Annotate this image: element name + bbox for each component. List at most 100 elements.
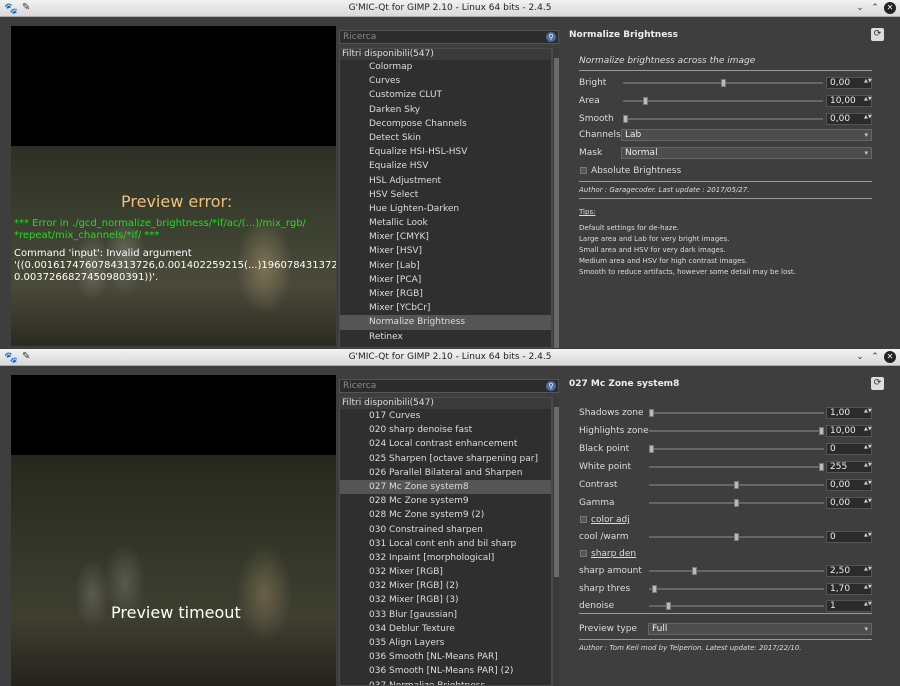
filter-list-item[interactable]: 032 Inpaint [morphological]: [340, 551, 551, 565]
spin-arrows-icon[interactable]: ▲▼: [864, 409, 872, 414]
param-spinbox[interactable]: 0,00 ▲▼: [826, 497, 872, 509]
filter-list-item[interactable]: 035 Align Layers: [340, 636, 551, 650]
param-spinbox[interactable]: 0 ▲▼: [826, 443, 872, 455]
filter-list-item[interactable]: 027 Mc Zone system8: [340, 479, 551, 495]
param-slider[interactable]: [649, 430, 824, 432]
filter-list-item[interactable]: Mixer [HSV]: [340, 244, 551, 258]
spin-arrows-icon[interactable]: ▲▼: [864, 115, 872, 120]
filter-list-item[interactable]: 034 Deblur Texture: [340, 622, 551, 636]
slider-handle[interactable]: [734, 499, 739, 507]
spin-arrows-icon[interactable]: ▲▼: [864, 499, 872, 504]
slider-handle[interactable]: [819, 427, 824, 435]
filter-list-item[interactable]: Mixer [YCbCr]: [340, 301, 551, 315]
sharp-den-row[interactable]: sharp den: [579, 548, 872, 560]
filter-list-item[interactable]: Darken Sky: [340, 103, 551, 117]
param-spinbox[interactable]: 0,00 ▲▼: [826, 113, 872, 125]
param-slider[interactable]: [623, 100, 823, 102]
filter-list[interactable]: Filtri disponibili(547) 017 Curves 020 sh…: [339, 397, 552, 686]
channels-select[interactable]: Lab ▾: [621, 129, 872, 141]
slider-handle[interactable]: [623, 115, 628, 123]
chevron-down-icon[interactable]: ⌄: [854, 2, 866, 14]
slider-handle[interactable]: [819, 463, 824, 471]
search-icon[interactable]: ⚲: [546, 32, 556, 42]
filter-list-item[interactable]: Mixer [Lab]: [340, 259, 551, 273]
filter-list-item[interactable]: Mixer [PCA]: [340, 273, 551, 287]
filter-list-item[interactable]: 036 Smooth [NL-Means PAR] (2): [340, 664, 551, 678]
title-bar[interactable]: 🐾 ✎ G'MIC-Qt for GIMP 2.10 - Linux 64 bi…: [0, 349, 900, 366]
sharp-den-checkbox[interactable]: [580, 550, 587, 557]
param-spinbox[interactable]: 0 ▲▼: [826, 531, 872, 543]
filter-list-item[interactable]: 033 Blur [gaussian]: [340, 608, 551, 622]
refresh-icon[interactable]: ⟳: [871, 377, 884, 390]
filter-list-item[interactable]: Colormap: [340, 60, 551, 74]
filter-list-item[interactable]: HSV Select: [340, 188, 551, 202]
param-spinbox[interactable]: 10,00 ▲▼: [826, 95, 872, 107]
param-spinbox[interactable]: 1 ▲▼: [826, 600, 872, 612]
filter-list-item[interactable]: 025 Sharpen [octave sharpening par]: [340, 452, 551, 466]
filter-list-item[interactable]: 032 Mixer [RGB]: [340, 565, 551, 579]
spin-arrows-icon[interactable]: ▲▼: [864, 445, 872, 450]
param-slider[interactable]: [623, 118, 823, 120]
spin-arrows-icon[interactable]: ▲▼: [864, 602, 872, 607]
filter-list-item[interactable]: 032 Mixer [RGB] (2): [340, 579, 551, 593]
slider-handle[interactable]: [691, 567, 697, 575]
slider-handle[interactable]: [649, 445, 654, 453]
filter-list-item[interactable]: 036 Smooth [NL-Means PAR]: [340, 650, 551, 664]
filter-list-item[interactable]: HSL Adjustment: [340, 174, 551, 188]
preview-area[interactable]: Preview timeout: [11, 375, 336, 686]
filter-list-item[interactable]: 028 Mc Zone system9: [340, 494, 551, 508]
filter-list-item[interactable]: 037 Normalize Brightness: [340, 679, 551, 685]
search-input[interactable]: Ricerca ⚲: [339, 30, 559, 44]
slider-handle[interactable]: [642, 97, 648, 105]
chevron-up-icon[interactable]: ⌃: [869, 2, 881, 14]
spin-arrows-icon[interactable]: ▲▼: [864, 79, 872, 84]
slider-handle[interactable]: [652, 584, 658, 593]
param-slider[interactable]: [649, 448, 824, 450]
spin-arrows-icon[interactable]: ▲▼: [864, 567, 872, 572]
absolute-brightness-checkbox[interactable]: [580, 167, 587, 174]
preview-type-select[interactable]: Full ▾: [648, 623, 872, 635]
spin-arrows-icon[interactable]: ▲▼: [864, 463, 872, 468]
param-spinbox[interactable]: 1,70 ▲▼: [826, 582, 872, 595]
filter-list-scrollbar[interactable]: [552, 397, 559, 686]
chevron-down-icon[interactable]: ⌄: [854, 351, 866, 363]
slider-handle[interactable]: [734, 533, 739, 541]
absolute-brightness-row[interactable]: Absolute Brightness: [579, 165, 872, 177]
spin-arrows-icon[interactable]: ▲▼: [864, 584, 872, 589]
filter-list-item[interactable]: Mixer [RGB]: [340, 287, 551, 301]
spin-arrows-icon[interactable]: ▲▼: [864, 481, 872, 486]
slider-handle[interactable]: [720, 79, 726, 87]
filter-list-item[interactable]: 024 Local contrast enhancement: [340, 437, 551, 451]
mask-select[interactable]: Normal ▾: [621, 147, 872, 159]
filter-list-item[interactable]: Decompose Channels: [340, 117, 551, 131]
filters-header[interactable]: Filtri disponibili(547): [340, 49, 551, 60]
color-adj-row[interactable]: color adj: [579, 514, 872, 526]
title-bar[interactable]: 🐾 ✎ G'MIC-Qt for GIMP 2.10 - Linux 64 bi…: [0, 0, 900, 17]
slider-handle[interactable]: [734, 481, 739, 489]
filter-list-item[interactable]: Customize CLUT: [340, 88, 551, 102]
color-adj-checkbox[interactable]: [580, 516, 587, 523]
filter-list-item[interactable]: 028 Mc Zone system9 (2): [340, 508, 551, 522]
param-spinbox[interactable]: 10,00 ▲▼: [826, 425, 872, 437]
filter-list-item[interactable]: Hue Lighten-Darken: [340, 202, 551, 216]
slider-handle[interactable]: [649, 409, 654, 417]
close-icon[interactable]: ✕: [884, 2, 896, 14]
filter-list-item[interactable]: Equalize HSV: [340, 159, 551, 173]
param-spinbox[interactable]: 1,00 ▲▼: [826, 407, 872, 419]
close-icon[interactable]: ✕: [884, 351, 896, 363]
param-slider[interactable]: [649, 466, 824, 468]
filter-list-item[interactable]: 026 Parallel Bilateral and Sharpen: [340, 466, 551, 480]
spin-arrows-icon[interactable]: ▲▼: [864, 97, 872, 102]
filter-list-item[interactable]: 030 Constrained sharpen: [340, 523, 551, 537]
spin-arrows-icon[interactable]: ▲▼: [864, 533, 872, 538]
filter-list-item[interactable]: 017 Curves: [340, 409, 551, 423]
param-slider[interactable]: [649, 587, 824, 590]
filter-list-item[interactable]: Mixer [CMYK]: [340, 230, 551, 244]
filters-header[interactable]: Filtri disponibili(547): [340, 398, 551, 409]
filter-list-item[interactable]: Metallic Look: [340, 216, 551, 230]
filter-list-item[interactable]: 032 Mixer [RGB] (3): [340, 593, 551, 607]
param-spinbox[interactable]: 2,50 ▲▼: [826, 565, 872, 577]
filter-list-item[interactable]: Detect Skin: [340, 131, 551, 145]
param-slider[interactable]: [649, 605, 824, 607]
param-spinbox[interactable]: 0,00 ▲▼: [826, 77, 872, 89]
